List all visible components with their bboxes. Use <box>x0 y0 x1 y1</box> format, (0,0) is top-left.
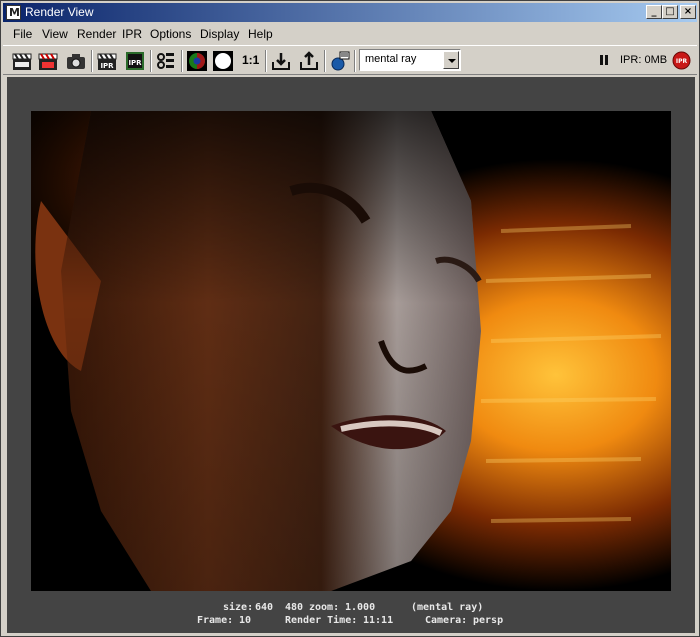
menu-bar: File View Render IPR Options Display Hel… <box>3 24 697 45</box>
ipr-refresh-icon[interactable]: IPR <box>124 50 146 72</box>
image-height: 480 <box>285 602 304 613</box>
minimize-button[interactable]: _ <box>646 5 662 19</box>
render-settings-icon[interactable] <box>155 50 177 72</box>
menu-render[interactable]: Render <box>77 27 116 41</box>
ipr-render-label: IPR <box>100 62 114 70</box>
renderer-dropdown-value: mental ray <box>365 53 417 65</box>
toolbar-separator <box>354 50 356 72</box>
rgb-channels-icon[interactable] <box>186 50 208 72</box>
toolbar-separator <box>150 50 152 72</box>
render-region-clapper-icon[interactable] <box>37 50 59 72</box>
ipr-memory-status: IPR: 0MB <box>620 54 668 66</box>
toolbar-separator <box>265 50 267 72</box>
size-label: size: <box>223 602 254 613</box>
pause-icon[interactable] <box>599 54 609 66</box>
toolbar: IPR IPR 1:1 mental ray IPR: 0MB IPR <box>3 45 697 75</box>
rendered-image-face <box>31 111 671 591</box>
maya-app-icon[interactable] <box>6 5 21 20</box>
renderer-info: (mental ray) <box>411 602 484 613</box>
frame-value: 10 <box>239 615 252 626</box>
title-bar[interactable]: Render View _ □ × <box>3 3 697 22</box>
toolbar-separator <box>181 50 183 72</box>
camera-value: persp <box>473 615 504 626</box>
render-time-value: 11:11 <box>363 615 394 626</box>
snapshot-camera-icon[interactable] <box>65 50 87 72</box>
render-view-window: Render View _ □ × File View Render IPR O… <box>0 0 700 637</box>
remove-image-icon[interactable] <box>298 50 320 72</box>
maximize-button[interactable]: □ <box>662 5 678 19</box>
toolbar-separator <box>324 50 326 72</box>
chevron-down-icon[interactable] <box>443 51 459 69</box>
image-width: 640 <box>255 602 274 613</box>
display-render-globals-icon[interactable] <box>329 50 351 72</box>
window-title: Render View <box>25 5 94 19</box>
menu-options[interactable]: Options <box>150 27 191 41</box>
real-size-button[interactable]: 1:1 <box>242 53 259 67</box>
render-viewport[interactable]: size: 640 480 zoom: 1.000 (mental ray) F… <box>7 77 695 633</box>
zoom-value: 1.000 <box>345 602 376 613</box>
frame-label: Frame: <box>197 615 234 626</box>
camera-label: Camera: <box>425 615 468 626</box>
alpha-channel-icon[interactable] <box>212 50 234 72</box>
rendered-image <box>31 111 671 591</box>
menu-ipr[interactable]: IPR <box>122 27 142 41</box>
menu-view[interactable]: View <box>42 27 68 41</box>
close-button[interactable]: × <box>680 5 696 19</box>
toolbar-separator <box>91 50 93 72</box>
menu-help[interactable]: Help <box>248 27 273 41</box>
ipr-render-clapper-icon[interactable]: IPR <box>96 50 118 72</box>
ipr-stop-icon[interactable]: IPR <box>672 51 691 70</box>
menu-display[interactable]: Display <box>200 27 239 41</box>
render-frame-clapper-icon[interactable] <box>11 50 33 72</box>
renderer-dropdown[interactable]: mental ray <box>359 49 461 71</box>
ipr-refresh-label: IPR <box>128 59 142 67</box>
render-time-label: Render Time: <box>285 615 358 626</box>
keep-image-icon[interactable] <box>270 50 292 72</box>
zoom-label: zoom: <box>309 602 340 613</box>
ipr-stop-label: IPR <box>676 58 688 65</box>
menu-file[interactable]: File <box>13 27 32 41</box>
